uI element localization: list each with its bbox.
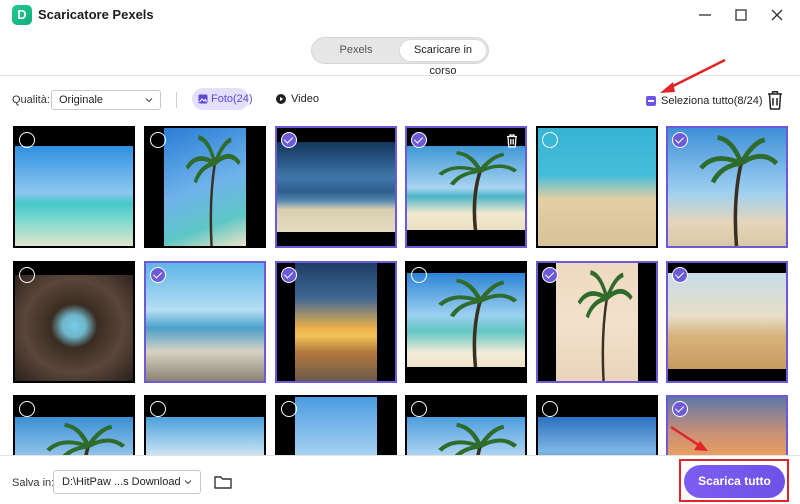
- select-checkbox[interactable]: [19, 401, 35, 417]
- minimize-icon[interactable]: [694, 4, 716, 26]
- photo-grid: [0, 120, 800, 455]
- photo-card[interactable]: [405, 395, 527, 455]
- save-location-select[interactable]: D:\HitPaw ...s Download: [53, 470, 201, 494]
- folder-icon[interactable]: [213, 472, 233, 492]
- filter-video-button[interactable]: Video: [276, 88, 319, 110]
- select-checkbox[interactable]: [281, 132, 297, 148]
- palm-tree-icon: [438, 422, 518, 455]
- photo-thumbnail: [556, 263, 638, 381]
- close-icon[interactable]: [766, 4, 788, 26]
- quality-label: Qualità:: [12, 94, 50, 106]
- select-checkbox[interactable]: [672, 401, 688, 417]
- chevron-down-icon: [184, 480, 192, 485]
- chevron-down-icon: [145, 98, 153, 103]
- download-all-button[interactable]: Scarica tutto: [684, 465, 785, 498]
- photo-card[interactable]: [275, 126, 397, 248]
- photo-card[interactable]: [13, 395, 135, 455]
- photo-card[interactable]: [405, 261, 527, 383]
- quality-value: Originale: [59, 94, 104, 106]
- select-checkbox[interactable]: [150, 401, 166, 417]
- photo-thumbnail: [668, 273, 786, 369]
- save-location-value: D:\HitPaw ...s Download: [62, 476, 181, 488]
- select-all-indicator: [646, 96, 656, 106]
- select-checkbox[interactable]: [542, 267, 558, 283]
- select-checkbox[interactable]: [19, 267, 35, 283]
- select-checkbox[interactable]: [411, 401, 427, 417]
- select-checkbox[interactable]: [19, 132, 35, 148]
- photo-thumbnail: [538, 128, 656, 246]
- select-checkbox[interactable]: [411, 267, 427, 283]
- save-location-label: Salva in:: [12, 477, 55, 489]
- photo-thumbnail: [407, 417, 525, 455]
- palm-tree-icon: [438, 278, 518, 367]
- photo-card[interactable]: [536, 261, 658, 383]
- photo-card[interactable]: [13, 126, 135, 248]
- photo-thumbnail: [15, 275, 133, 381]
- photo-thumbnail: [277, 142, 395, 232]
- app-logo: D: [12, 5, 32, 25]
- select-checkbox[interactable]: [542, 132, 558, 148]
- palm-tree-icon: [185, 135, 241, 246]
- photo-card[interactable]: [536, 126, 658, 248]
- tab-pexels[interactable]: Pexels: [316, 40, 396, 61]
- divider: [0, 455, 800, 456]
- photo-card[interactable]: [666, 261, 788, 383]
- palm-tree-icon: [46, 422, 126, 455]
- filter-photos-label: Foto(24): [211, 93, 253, 105]
- filter-photos-button[interactable]: Foto(24): [192, 88, 253, 110]
- photo-thumbnail: [164, 128, 246, 246]
- toolbar-divider: [176, 92, 177, 108]
- photo-thumbnail: [295, 397, 377, 455]
- photo-thumbnail: [146, 417, 264, 455]
- mode-switch: Pexels Scaricare in corso: [311, 37, 489, 77]
- select-checkbox[interactable]: [281, 267, 297, 283]
- app-title: Scaricatore Pexels: [38, 7, 154, 22]
- photo-card[interactable]: [144, 126, 266, 248]
- palm-tree-icon: [577, 270, 633, 381]
- select-checkbox[interactable]: [281, 401, 297, 417]
- annotation-arrow: [660, 58, 726, 93]
- photo-card[interactable]: [666, 126, 788, 248]
- photo-thumbnail: [538, 417, 656, 455]
- photo-thumbnail: [407, 146, 525, 230]
- select-checkbox[interactable]: [150, 132, 166, 148]
- select-all-label: Seleziona tutto(8/24): [661, 95, 763, 107]
- title-bar: D Scaricatore Pexels: [0, 0, 800, 30]
- photo-card[interactable]: [275, 261, 397, 383]
- image-icon: [198, 94, 208, 104]
- palm-tree-icon: [438, 151, 518, 230]
- maximize-icon[interactable]: [730, 4, 752, 26]
- quality-select[interactable]: Originale: [51, 90, 161, 110]
- delete-icon[interactable]: [505, 133, 519, 149]
- tab-downloading[interactable]: Scaricare in corso: [400, 40, 486, 77]
- select-checkbox[interactable]: [150, 267, 166, 283]
- photo-thumbnail: [295, 263, 377, 381]
- photo-thumbnail: [146, 263, 264, 381]
- annotation-arrow: [670, 425, 708, 451]
- photo-thumbnail: [407, 273, 525, 367]
- select-all-checkbox[interactable]: Seleziona tutto(8/24): [646, 94, 763, 108]
- photo-card[interactable]: [13, 261, 135, 383]
- trash-icon[interactable]: [765, 89, 785, 111]
- palm-tree-icon: [699, 135, 779, 246]
- photo-card[interactable]: [275, 395, 397, 455]
- photo-thumbnail: [15, 417, 133, 455]
- photo-thumbnail: [668, 128, 786, 246]
- photo-card[interactable]: [405, 126, 527, 248]
- select-checkbox[interactable]: [542, 401, 558, 417]
- select-checkbox[interactable]: [411, 132, 427, 148]
- select-checkbox[interactable]: [672, 267, 688, 283]
- photo-card[interactable]: [536, 395, 658, 455]
- photo-card[interactable]: [144, 395, 266, 455]
- select-checkbox[interactable]: [672, 132, 688, 148]
- photo-thumbnail: [15, 146, 133, 246]
- filter-video-label: Video: [291, 93, 319, 105]
- photo-card[interactable]: [144, 261, 266, 383]
- play-circle-icon: [276, 94, 286, 104]
